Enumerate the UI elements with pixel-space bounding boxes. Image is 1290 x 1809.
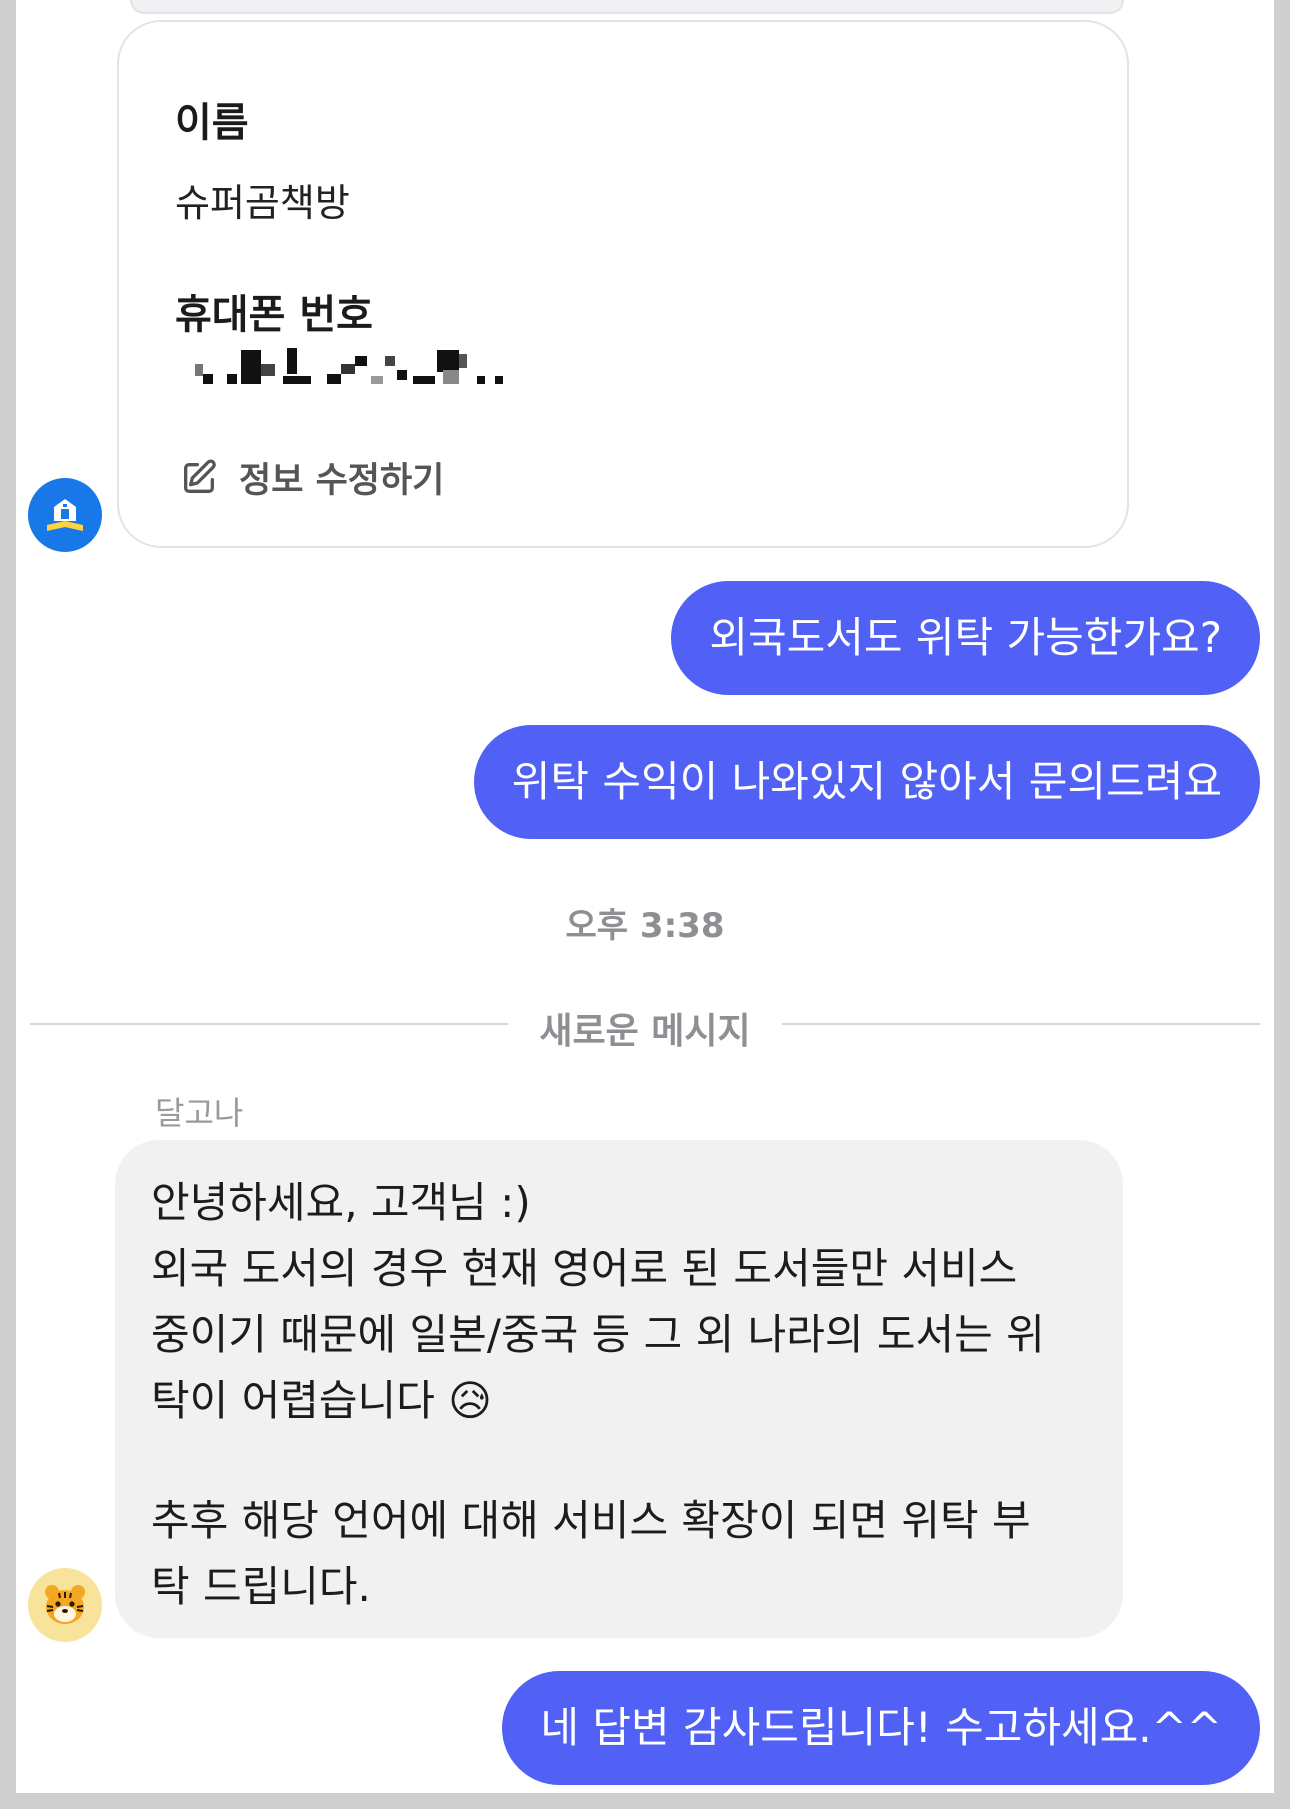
- bookstore-icon[interactable]: [28, 478, 102, 552]
- tiger-glyph: [45, 1585, 85, 1624]
- message-line: 추후 해당 언어에 대해 서비스 확장이 되면 위탁 부: [151, 1496, 1031, 1545]
- message-line: 탁이 어렵습니다 😥: [151, 1376, 492, 1425]
- phone-value-redacted: [187, 340, 537, 390]
- customer-info-card: 이름 슈퍼곰책방 휴대폰 번호 정보 수정하기: [117, 20, 1129, 548]
- outgoing-message-2[interactable]: 위탁 수익이 나와있지 않아서 문의드려요: [473, 725, 1260, 839]
- message-line: 안녕하세요, 고객님 :): [151, 1178, 531, 1227]
- new-messages-divider: 새로운 메시지: [539, 1011, 751, 1052]
- phone-label: 휴대폰 번호: [175, 292, 373, 338]
- edit-info-label: 정보 수정하기: [239, 461, 445, 501]
- name-label: 이름: [175, 100, 249, 146]
- name-value: 슈퍼곰책방: [175, 181, 350, 225]
- message-line: 탁 드립니다.: [151, 1562, 371, 1611]
- tiger-face-icon[interactable]: [28, 1568, 102, 1642]
- bookstore-glyph: [47, 499, 83, 531]
- message-line: 중이기 때문에 일본/중국 등 그 외 나라의 도서는 위: [151, 1310, 1045, 1359]
- message-line: 외국 도서의 경우 현재 영어로 된 도서들만 서비스: [151, 1244, 1018, 1293]
- outgoing-message-3[interactable]: 네 답변 감사드립니다! 수고하세요.^^: [502, 1671, 1260, 1785]
- incoming-message[interactable]: 안녕하세요, 고객님 :) 외국 도서의 경우 현재 영어로 된 도서들만 서비…: [115, 1140, 1123, 1638]
- outgoing-message-1[interactable]: 외국도서도 위탁 가능한가요?: [671, 581, 1260, 695]
- previous-message-edge: [130, 0, 1124, 14]
- edit-pencil-icon: [184, 458, 216, 493]
- timestamp: 오후 3:38: [565, 906, 725, 946]
- edit-info-button[interactable]: 정보 수정하기: [179, 452, 444, 503]
- sender-name: 달고나: [155, 1094, 244, 1132]
